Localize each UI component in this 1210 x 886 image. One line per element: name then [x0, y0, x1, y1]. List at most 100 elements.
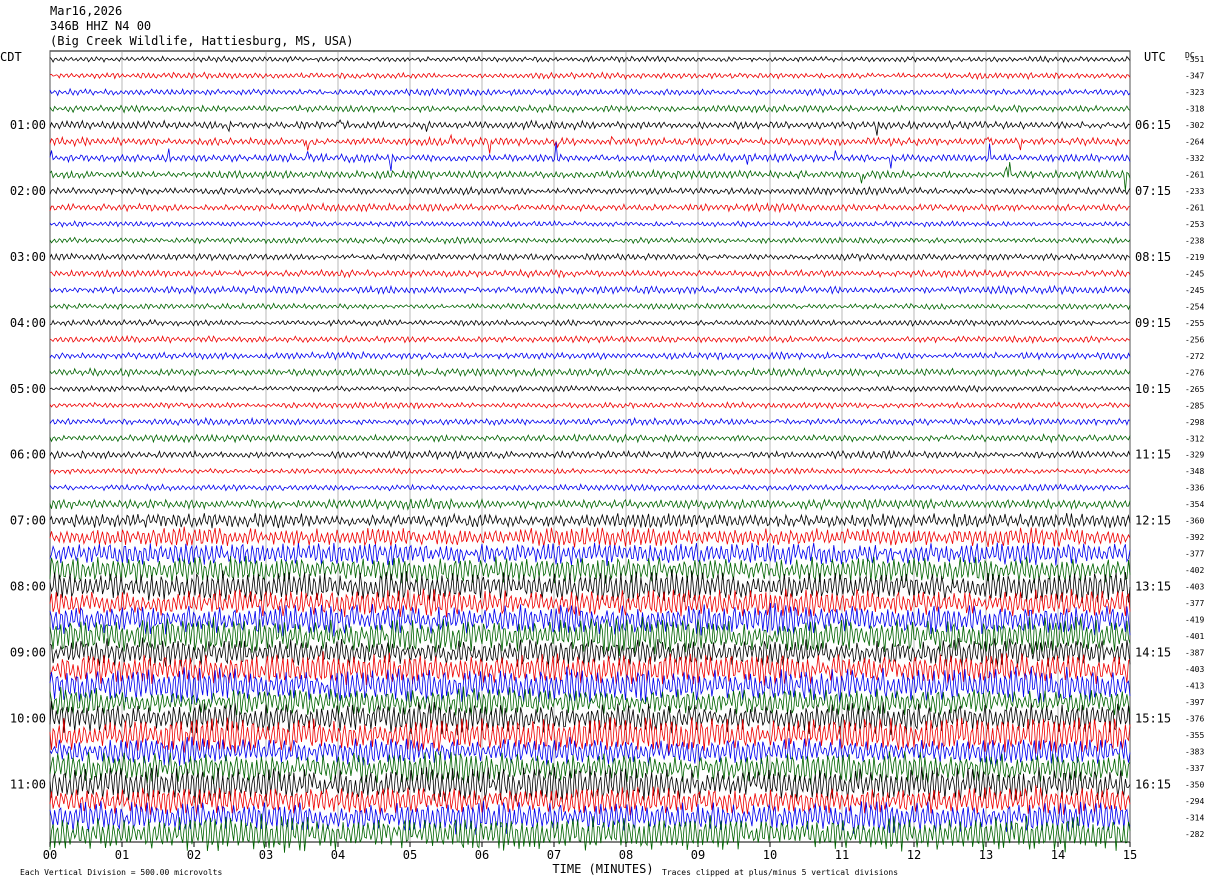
dc-offset-label: -360 [1185, 517, 1204, 526]
seismic-trace [49, 701, 1131, 736]
seismic-trace [49, 366, 1131, 378]
seismic-trace [49, 103, 1131, 114]
x-tick-label: 08 [619, 848, 633, 862]
x-tick-label: 00 [43, 848, 57, 862]
utc-time-label: 10:15 [1135, 382, 1171, 396]
seismic-trace [49, 433, 1131, 444]
dc-offset-label: -253 [1185, 220, 1204, 229]
dc-offset-label: -245 [1185, 269, 1204, 278]
utc-time-label: 06:15 [1135, 118, 1171, 132]
dc-offset-label: -376 [1185, 714, 1204, 723]
seismic-trace [49, 717, 1131, 755]
dc-offset-label: -336 [1185, 484, 1204, 493]
seismic-trace [49, 401, 1131, 410]
seismic-trace [49, 284, 1131, 296]
dc-offset-label: -403 [1185, 665, 1204, 674]
seismic-trace [49, 268, 1131, 279]
cdt-time-label: 03:00 [10, 250, 46, 264]
dc-offset-label: -261 [1185, 204, 1204, 213]
seismic-trace [49, 119, 1131, 136]
vertical-division-note: Each Vertical Division = 500.00 microvol… [20, 868, 222, 877]
x-tick-label: 03 [259, 848, 273, 862]
x-tick-label: 15 [1123, 848, 1137, 862]
x-tick-label: 11 [835, 848, 849, 862]
dc-offset-label: -419 [1185, 616, 1204, 625]
seismic-trace [49, 202, 1131, 214]
dc-offset-label: -294 [1185, 797, 1204, 806]
dc-axis-title: DC [1185, 51, 1195, 60]
dc-offset-label: -377 [1185, 599, 1204, 608]
cdt-time-label: 10:00 [10, 711, 46, 725]
dc-offset-label: -355 [1185, 731, 1204, 740]
dc-offset-label: -314 [1185, 813, 1204, 822]
dc-offset-label: -312 [1185, 434, 1204, 443]
utc-time-label: 14:15 [1135, 645, 1171, 659]
x-axis-title: TIME (MINUTES) [552, 862, 653, 876]
seismic-trace [49, 512, 1131, 529]
dc-offset-label: -392 [1185, 533, 1204, 542]
cdt-time-label: 05:00 [10, 382, 46, 396]
seismic-trace [49, 526, 1131, 548]
x-tick-label: 04 [331, 848, 345, 862]
dc-offset-label: -354 [1185, 500, 1204, 509]
dc-offset-label: -323 [1185, 88, 1204, 97]
x-tick-label: 12 [907, 848, 921, 862]
cdt-time-label: 11:00 [10, 777, 46, 791]
seismic-trace [49, 302, 1131, 311]
seismic-trace [49, 133, 1131, 154]
dc-offset-label: -402 [1185, 566, 1204, 575]
seismic-trace [49, 318, 1131, 327]
cdt-time-label: 02:00 [10, 184, 46, 198]
dc-offset-label: -348 [1185, 467, 1204, 476]
dc-offset-label: -413 [1185, 681, 1204, 690]
x-tick-label: 02 [187, 848, 201, 862]
dc-offset-label: -282 [1185, 830, 1204, 839]
dc-offset-label: -219 [1185, 253, 1204, 262]
dc-offset-label: -347 [1185, 72, 1204, 81]
x-tick-label: 05 [403, 848, 417, 862]
dc-offset-label: -255 [1185, 319, 1204, 328]
seismic-trace [49, 416, 1131, 427]
seismic-trace [49, 252, 1131, 262]
dc-offset-label: -265 [1185, 385, 1204, 394]
dc-offset-label: -272 [1185, 352, 1204, 361]
seismic-trace [49, 87, 1131, 98]
x-tick-label: 06 [475, 848, 489, 862]
dc-offset-label: -261 [1185, 171, 1204, 180]
utc-time-label: 11:15 [1135, 448, 1171, 462]
helicorder-chart: 00 01 02 03 04 05 06 07 08 09 10 11 12 13 14 15-351-347… [0, 50, 1204, 877]
dc-offset-label: -397 [1185, 698, 1204, 707]
dc-offset-label: -337 [1185, 764, 1204, 773]
seismic-trace [49, 185, 1131, 197]
seismic-trace [49, 497, 1131, 511]
seismic-trace [49, 449, 1131, 461]
dc-offset-label: -298 [1185, 418, 1204, 427]
utc-time-label: 09:15 [1135, 316, 1171, 330]
dc-offset-label: -245 [1185, 286, 1204, 295]
seismic-trace [49, 71, 1131, 81]
utc-time-label: 12:15 [1135, 514, 1171, 528]
clipping-note: Traces clipped at plus/minus 5 vertical … [662, 868, 898, 877]
dc-offset-label: -285 [1185, 401, 1204, 410]
utc-time-label: 07:15 [1135, 184, 1171, 198]
dc-offset-label: -377 [1185, 550, 1204, 559]
dc-offset-label: -318 [1185, 105, 1204, 114]
dc-offset-label: -350 [1185, 780, 1204, 789]
seismic-trace [49, 334, 1131, 345]
x-tick-label: 10 [763, 848, 777, 862]
seismic-trace [49, 483, 1131, 492]
seismic-trace [49, 55, 1131, 64]
seismic-trace [49, 542, 1131, 566]
seismic-trace [49, 236, 1131, 245]
x-tick-label: 07 [547, 848, 561, 862]
cdt-time-label: 04:00 [10, 316, 46, 330]
dc-offset-label: -329 [1185, 451, 1204, 460]
cdt-time-label: 09:00 [10, 645, 46, 659]
cdt-time-label: 07:00 [10, 514, 46, 528]
dc-offset-label: -264 [1185, 138, 1204, 147]
dc-offset-label: -276 [1185, 368, 1204, 377]
dc-offset-label: -302 [1185, 121, 1204, 130]
x-tick-label: 09 [691, 848, 705, 862]
utc-axis-title: UTC [1144, 50, 1166, 64]
utc-time-label: 15:15 [1135, 711, 1171, 725]
